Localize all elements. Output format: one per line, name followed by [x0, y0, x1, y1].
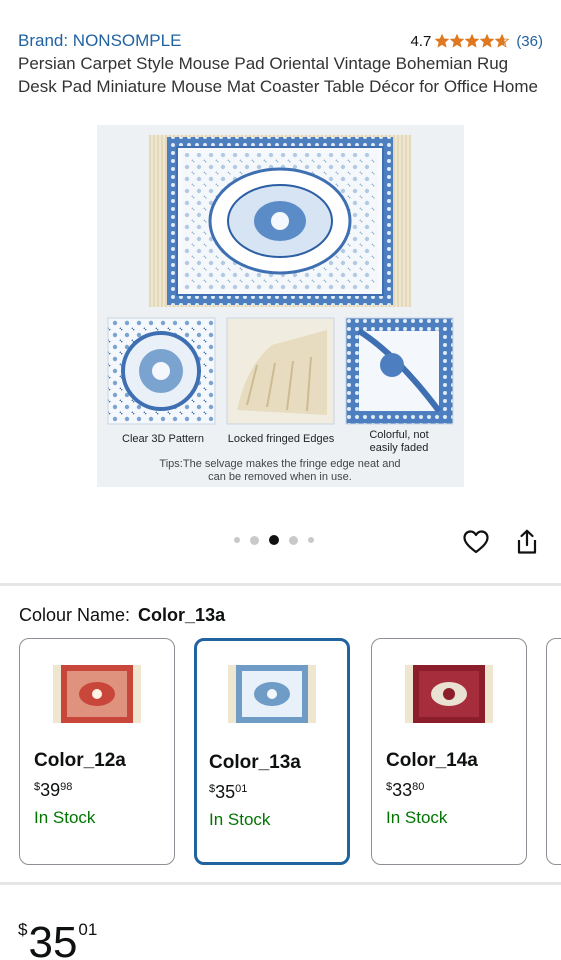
star-icon: [435, 34, 450, 48]
swatch-color-14a[interactable]: Color_14a $3380 In Stock: [371, 638, 527, 865]
swatch-name: Color_12a: [34, 750, 126, 771]
rating-count[interactable]: (36): [516, 33, 543, 50]
swatch-name: Color_13a: [209, 752, 301, 773]
colour-name-label: Colour Name: Color_13a: [19, 605, 225, 626]
product-image[interactable]: Clear 3D Pattern Locked fringed Edges Co…: [97, 125, 464, 487]
price-currency: $: [18, 920, 28, 939]
brand-link[interactable]: Brand: NONSOMPLE: [18, 31, 181, 51]
product-price: $3501: [18, 908, 97, 960]
carousel-dot[interactable]: [289, 535, 298, 545]
carousel-dot[interactable]: [308, 537, 314, 543]
heart-icon[interactable]: [462, 528, 490, 556]
carousel-dot[interactable]: [250, 535, 259, 545]
swatch-color-12a[interactable]: Color_12a $3998 In Stock: [19, 638, 175, 865]
image-caption-2: Locked fringed Edges: [228, 433, 335, 445]
share-icon[interactable]: [513, 528, 541, 556]
swatch-thumbnail: [228, 665, 316, 723]
image-tip-line-2: can be removed when in use.: [208, 471, 352, 483]
swatch-price: $3501: [209, 782, 248, 802]
image-caption-3b: easily faded: [370, 442, 429, 454]
carousel-dot[interactable]: [234, 537, 240, 543]
divider: [0, 882, 561, 885]
price-cents: 01: [78, 920, 98, 939]
carousel-dots[interactable]: [234, 535, 314, 545]
image-tip-line-1: Tips:The selvage makes the fringe edge n…: [159, 458, 400, 470]
product-title: Persian Carpet Style Mouse Pad Oriental …: [18, 54, 538, 96]
colour-swatch-list: Color_12a $3998 In Stock Color_13a $3501…: [19, 638, 561, 866]
rating[interactable]: 4.7 (36): [410, 33, 543, 50]
swatch-price: $3380: [386, 780, 425, 800]
star-icon: [480, 34, 495, 48]
image-caption-3a: Colorful, not: [369, 429, 428, 441]
divider: [0, 583, 561, 586]
swatch-color-13a[interactable]: Color_13a $3501 In Stock: [194, 638, 350, 865]
star-icon: [465, 34, 480, 48]
price-dollars: 35: [28, 918, 78, 960]
colour-selected-value: Color_13a: [138, 605, 226, 625]
swatch-stock: In Stock: [34, 808, 96, 827]
swatch-stock: In Stock: [386, 808, 448, 827]
swatch-next-partial[interactable]: [546, 638, 561, 865]
image-caption-1: Clear 3D Pattern: [122, 433, 204, 445]
star-icon: [495, 34, 510, 48]
carousel-dot-active[interactable]: [269, 535, 279, 545]
swatch-stock: In Stock: [209, 810, 271, 829]
colour-label-text: Colour Name:: [19, 605, 131, 625]
star-icon: [450, 34, 465, 48]
rating-value: 4.7: [410, 32, 432, 50]
swatch-name: Color_14a: [386, 750, 478, 771]
swatch-thumbnail: [53, 665, 141, 723]
rating-stars: [435, 34, 510, 48]
swatch-thumbnail: [405, 665, 493, 723]
swatch-price: $3998: [34, 780, 73, 800]
header-row: Brand: NONSOMPLE 4.7 (36): [18, 30, 543, 52]
